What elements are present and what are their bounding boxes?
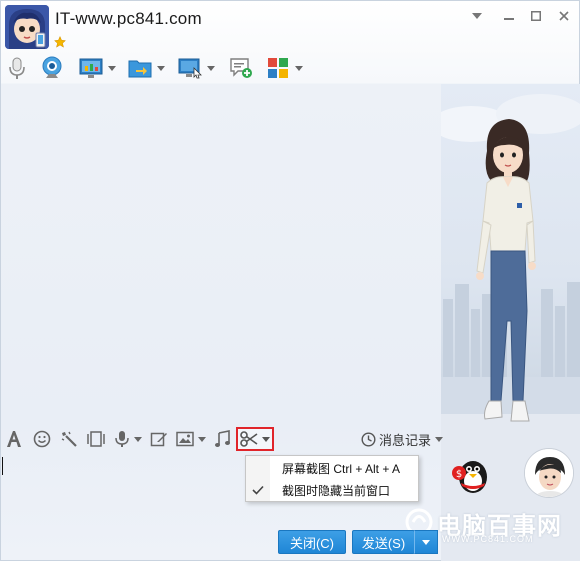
chat-window: IT-www.pc841.com 消息记录 屏幕截图 Ctrl + Alt + … [0, 0, 580, 561]
window-shake-button[interactable] [86, 429, 106, 449]
send-button[interactable]: 发送(S) [352, 530, 415, 554]
edit-icon [150, 432, 167, 447]
voice-message-button[interactable] [114, 429, 142, 449]
music-button[interactable] [214, 429, 230, 449]
menu-item-label: 截图时隐藏当前窗口 [282, 483, 391, 498]
contact-avatar[interactable] [5, 5, 49, 49]
chevron-down-icon[interactable] [198, 436, 206, 442]
screenshot-menu: 屏幕截图 Ctrl + Alt + A 截图时隐藏当前窗口 [245, 455, 419, 502]
chevron-down-icon[interactable] [108, 65, 116, 71]
new-message-icon [230, 58, 252, 78]
svg-text:$: $ [456, 469, 462, 480]
menu-dropdown-icon[interactable] [468, 7, 486, 25]
magic-wand-icon [61, 431, 77, 447]
character-figure [476, 119, 536, 422]
new-message-button[interactable] [229, 55, 253, 81]
font-button[interactable] [6, 429, 22, 449]
watermark-url: WWW.PC841.COM [442, 534, 534, 544]
emoji-button[interactable] [33, 429, 51, 449]
scissors-icon [240, 431, 258, 447]
menu-item-screen-capture[interactable]: 屏幕截图 Ctrl + Alt + A [246, 457, 418, 479]
apps-grid-icon [268, 58, 288, 78]
doodle-button[interactable] [150, 429, 168, 449]
send-image-button[interactable] [176, 429, 206, 449]
voice-call-button[interactable] [5, 55, 29, 81]
message-history-button[interactable]: 消息记录 [361, 429, 444, 449]
remote-desktop-icon [178, 58, 202, 79]
smiley-icon [33, 430, 51, 448]
penguin-icon[interactable]: $ [451, 453, 491, 495]
shake-icon [87, 431, 105, 447]
maximize-icon[interactable] [527, 7, 545, 25]
send-file-icon [128, 60, 152, 78]
music-note-icon [215, 430, 230, 447]
contact-name: IT-www.pc841.com [55, 9, 202, 28]
magic-expression-button[interactable] [60, 429, 78, 449]
chevron-down-icon[interactable] [134, 436, 142, 442]
video-call-button[interactable] [40, 55, 64, 81]
microphone-call-icon [9, 57, 25, 79]
chevron-down-icon[interactable] [157, 65, 165, 71]
font-icon [7, 431, 21, 447]
message-display-area[interactable] [1, 84, 441, 424]
history-label: 消息记录 [379, 432, 432, 448]
chevron-down-icon[interactable] [435, 436, 444, 442]
image-icon [176, 431, 194, 447]
chevron-down-icon [422, 540, 430, 545]
friend-show-avatar[interactable] [524, 448, 574, 498]
send-options-button[interactable] [414, 530, 438, 554]
webcam-icon [42, 56, 62, 78]
chevron-down-icon[interactable] [262, 436, 270, 442]
minimize-icon[interactable] [500, 7, 518, 25]
screenshot-button[interactable] [236, 427, 274, 451]
star-icon[interactable] [53, 35, 67, 48]
apps-button[interactable] [266, 55, 303, 81]
chevron-down-icon[interactable] [295, 65, 303, 71]
microphone-icon [115, 431, 129, 447]
chevron-down-icon[interactable] [207, 65, 215, 71]
screen-share-button[interactable] [79, 55, 116, 81]
screen-share-icon [79, 58, 103, 78]
close-button[interactable]: 关闭(C) [278, 530, 346, 554]
menu-item-hide-window[interactable]: 截图时隐藏当前窗口 [246, 479, 418, 501]
menu-item-label: 屏幕截图 Ctrl + Alt + A [282, 461, 401, 476]
close-icon[interactable] [555, 7, 573, 25]
remote-desktop-button[interactable] [178, 55, 215, 81]
checkmark-icon [252, 485, 264, 495]
send-file-button[interactable] [128, 55, 165, 81]
clock-icon [361, 431, 376, 447]
